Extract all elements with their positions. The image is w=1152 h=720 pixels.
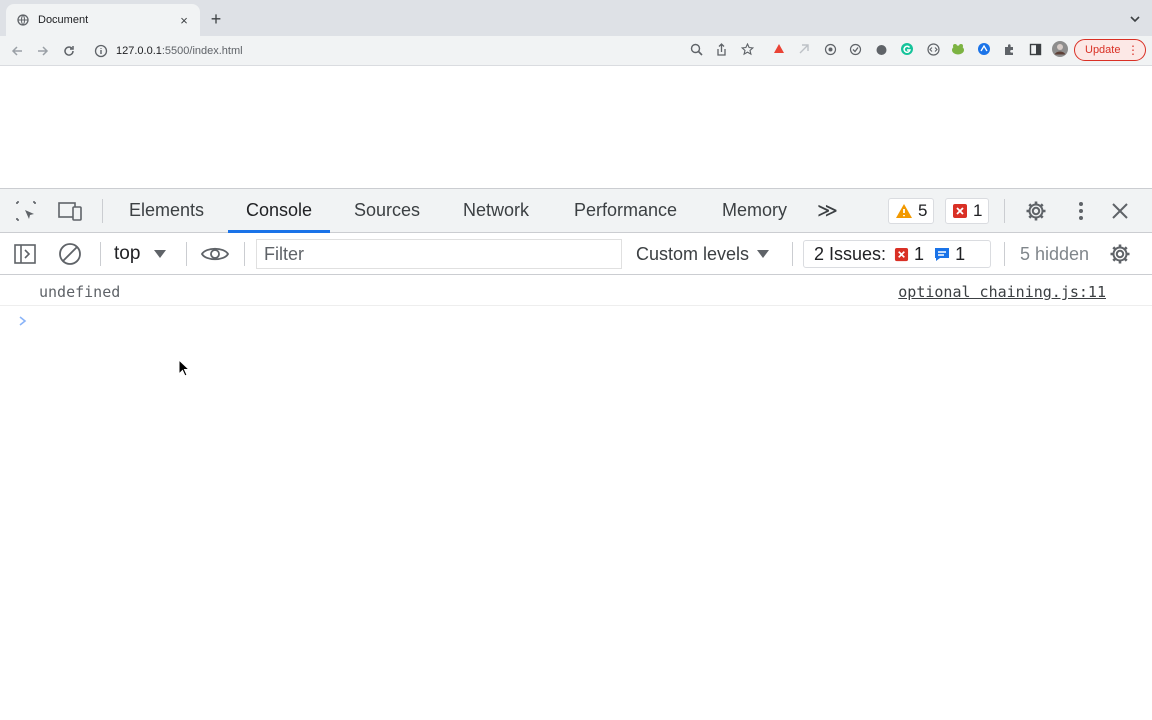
issues-label: 2 Issues: (814, 243, 887, 264)
tab-console[interactable]: Console (227, 189, 331, 233)
mouse-cursor-icon (178, 359, 190, 377)
levels-label: Custom levels (636, 243, 750, 264)
device-toolbar-icon[interactable] (56, 197, 84, 225)
more-tabs-icon[interactable]: ≫ (817, 189, 838, 232)
filter-input[interactable]: Filter (256, 239, 622, 269)
ext-gray-icon[interactable] (796, 41, 812, 57)
tab-search-chevron-icon[interactable] (1128, 12, 1142, 26)
ext-circle-icon[interactable] (822, 41, 838, 57)
clear-console-icon[interactable] (56, 240, 84, 268)
inspect-element-icon[interactable] (12, 197, 40, 225)
errors-badge[interactable]: 1 (945, 198, 990, 224)
puzzle-icon[interactable] (1001, 41, 1017, 57)
console-source-link[interactable]: optional chaining.js:11 (898, 283, 1106, 301)
globe-icon (16, 13, 30, 27)
bar-separator (186, 242, 187, 266)
ext-frog-icon[interactable] (950, 41, 966, 57)
update-label: Update (1085, 44, 1121, 56)
close-devtools-icon[interactable] (1106, 197, 1134, 225)
forward-arrow-icon[interactable] (30, 38, 56, 64)
url-host: 127.0.0.1 (116, 45, 162, 57)
ext-code-icon[interactable] (925, 41, 941, 57)
chrome-menu-icon[interactable]: ⋮ (1127, 43, 1139, 57)
warning-icon (896, 204, 912, 218)
kebab-menu-icon[interactable] (1067, 197, 1095, 225)
page-viewport (0, 67, 1152, 188)
console-prompt-chevron-icon[interactable] (16, 313, 30, 329)
tab-sources[interactable]: Sources (354, 189, 420, 232)
url-path: :5500/index.html (161, 45, 243, 57)
context-selector[interactable]: top (114, 241, 167, 267)
console-message-text: undefined (39, 283, 121, 301)
star-icon[interactable] (739, 41, 755, 57)
badge-separator (1004, 199, 1005, 223)
bar-separator (100, 242, 101, 266)
console-message: undefined optional chaining.js:11 (0, 276, 1152, 306)
address-bar[interactable]: 127.0.0.1:5500/index.html (90, 40, 760, 62)
update-button[interactable]: Update ⋮ (1074, 39, 1146, 61)
live-expression-eye-icon[interactable] (201, 240, 229, 268)
sidebar-toggle-icon[interactable] (11, 240, 39, 268)
issue-error-icon (894, 247, 909, 261)
profile-avatar[interactable] (1052, 41, 1068, 57)
site-info-icon[interactable] (94, 44, 108, 58)
error-count: 1 (973, 201, 983, 220)
browser-tabstrip: Document × + (0, 0, 1152, 36)
tab-elements[interactable]: Elements (129, 189, 204, 232)
console-settings-gear-icon[interactable] (1106, 240, 1134, 268)
back-arrow-icon[interactable] (4, 38, 30, 64)
dropdown-triangle-icon (757, 250, 770, 258)
tab-memory[interactable]: Memory (722, 189, 787, 232)
bar-separator (1004, 242, 1005, 266)
browser-tab-document[interactable]: Document × (6, 4, 200, 36)
issues-counter[interactable]: 2 Issues: 1 1 (803, 240, 991, 268)
tab-title: Document (38, 14, 89, 26)
warnings-badge[interactable]: 5 (888, 198, 935, 224)
url-text: 127.0.0.1:5500/index.html (116, 45, 243, 57)
context-label: top (114, 243, 141, 264)
tab-close-icon[interactable]: × (176, 12, 192, 28)
tab-performance[interactable]: Performance (574, 189, 677, 232)
reload-icon[interactable] (56, 38, 82, 64)
devtools-tabbar: Elements Console Sources Network Perform… (0, 189, 1152, 233)
dropdown-triangle-icon (154, 250, 167, 258)
ext-red-icon[interactable] (771, 41, 787, 57)
bar-separator (792, 242, 793, 266)
zoom-icon[interactable] (688, 41, 704, 57)
ext-check-icon[interactable] (847, 41, 863, 57)
new-tab-icon[interactable]: + (206, 10, 226, 30)
tab-separator (102, 199, 103, 223)
ext-dark-icon[interactable] (873, 41, 889, 57)
error-icon (953, 204, 967, 218)
settings-gear-icon[interactable] (1022, 197, 1050, 225)
ext-blue-icon[interactable] (976, 41, 992, 57)
bar-separator (244, 242, 245, 266)
tab-network[interactable]: Network (463, 189, 529, 232)
hidden-messages-count: 5 hidden (1020, 243, 1090, 264)
issues-info-count: 1 (955, 243, 966, 264)
log-levels-dropdown[interactable]: Custom levels (636, 241, 770, 267)
grammarly-icon[interactable] (899, 41, 915, 57)
console-toolbar: top Filter Custom levels 2 Issues: 1 1 5… (0, 233, 1152, 275)
warning-count: 5 (918, 201, 928, 220)
share-icon[interactable] (713, 41, 729, 57)
sidepanel-icon[interactable] (1027, 41, 1043, 57)
issues-error-count: 1 (914, 243, 925, 264)
issue-info-icon (935, 247, 950, 261)
devtools-panel: Elements Console Sources Network Perform… (0, 188, 1152, 720)
